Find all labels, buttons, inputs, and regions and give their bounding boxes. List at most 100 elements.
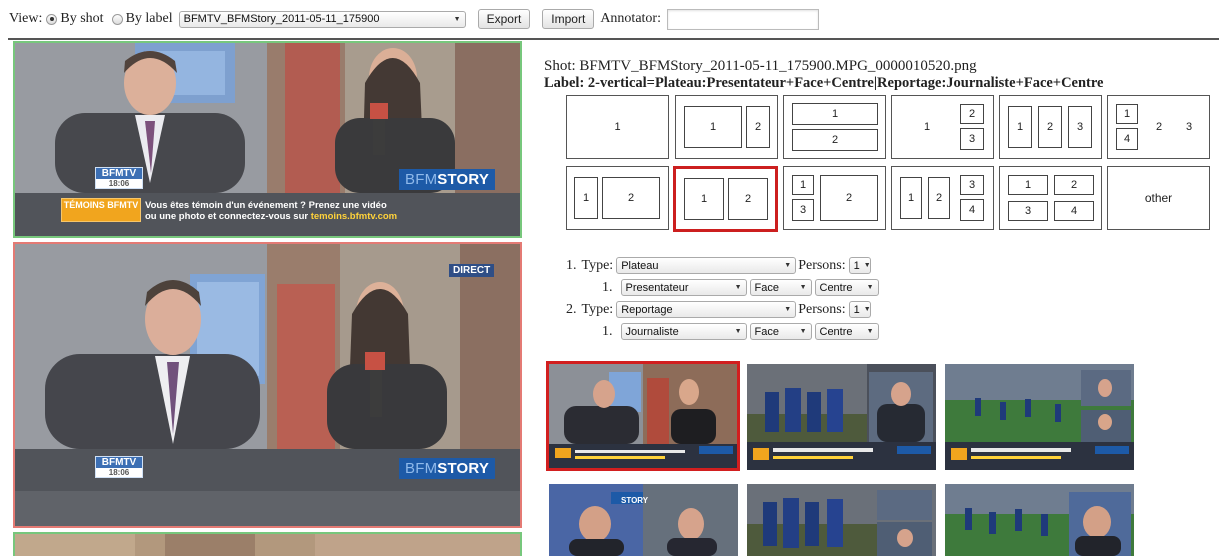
- type-select[interactable]: Plateau ▼: [616, 257, 797, 274]
- persons-label: Persons:: [798, 301, 846, 317]
- person-number: 1.: [602, 323, 613, 339]
- direct-badge: DIRECT: [449, 264, 495, 277]
- story-prefix-2: BFM: [405, 460, 438, 477]
- thumbnail-2[interactable]: [747, 364, 936, 470]
- layout-cell: 1: [792, 175, 814, 195]
- layout-3-vertical[interactable]: 1 2 3: [999, 95, 1102, 159]
- by-label-label[interactable]: By label: [126, 11, 173, 27]
- thumbnail-1-image: [549, 364, 737, 468]
- thumbnail-6[interactable]: [945, 484, 1134, 556]
- layout-cell: 2: [820, 175, 878, 221]
- layout-cell: 4: [1054, 201, 1094, 221]
- persons-select[interactable]: 1 ▼: [848, 257, 871, 274]
- chevron-down-icon: ▼: [799, 328, 807, 335]
- shot-3-veil: [15, 534, 520, 556]
- bfmtv-logo: BFMTV 18:06: [95, 167, 143, 189]
- story-suffix: STORY: [437, 171, 490, 188]
- position-select[interactable]: Centre ▼: [814, 323, 879, 340]
- layout-cell: 3: [1008, 201, 1048, 221]
- layout-cell: 2: [928, 177, 950, 219]
- bfmtv-logo-text: BFMTV: [101, 168, 137, 179]
- type-select[interactable]: Reportage ▼: [616, 301, 797, 318]
- layout-cell: 3: [1185, 121, 1193, 133]
- layout-2-horizontal[interactable]: 1 2: [783, 95, 886, 159]
- layout-4-left-stack[interactable]: 1 4 2 3: [1107, 95, 1210, 159]
- layout-cell: 3: [960, 128, 984, 150]
- shot-filename: Shot: BFMTV_BFMStory_2011-05-11_175900.M…: [544, 58, 977, 74]
- bfmtv-logo-2: BFMTV 18:06: [95, 456, 143, 478]
- layout-4-grid[interactable]: 1 2 3 4: [999, 166, 1102, 230]
- shot-2-veil: [15, 244, 520, 526]
- position-select[interactable]: Centre ▼: [814, 279, 879, 296]
- chevron-down-icon: ▼: [863, 262, 871, 269]
- by-label-radio[interactable]: [111, 13, 123, 25]
- bfmtv-logo-text-2: BFMTV: [101, 457, 137, 468]
- view-label: View:: [9, 11, 43, 26]
- orientation-select[interactable]: Face ▼: [749, 323, 812, 340]
- shot-frame-1[interactable]: BFMTV 18:06 BFMSTORY TÉMOINS BFMTV Vous …: [13, 41, 522, 238]
- layout-cell: 1: [1008, 106, 1032, 148]
- bfmtv-logo-time-2: 18:06: [96, 468, 142, 477]
- shot-frame-3[interactable]: [13, 532, 522, 556]
- layout-cell: 1: [792, 103, 878, 125]
- layout-2-left-narrow[interactable]: 1 2: [566, 166, 669, 230]
- layout-cell: 1: [684, 106, 742, 148]
- form-person-2-1: 1. Journaliste ▼ Face ▼ Centre ▼: [602, 323, 879, 340]
- chevron-down-icon: ▼: [863, 306, 871, 313]
- role-select[interactable]: Presentateur ▼: [620, 279, 747, 296]
- thumbnail-4[interactable]: STORY: [549, 484, 738, 556]
- thumbnail-5[interactable]: [747, 484, 936, 556]
- thumbnail-3-image: [945, 364, 1134, 470]
- entry-number: 1.: [566, 257, 577, 273]
- layout-cell: 1: [614, 121, 621, 133]
- type-label: Type:: [581, 257, 614, 273]
- export-button[interactable]: Export: [477, 9, 531, 29]
- layout-cell: 1: [574, 177, 598, 219]
- layout-cell: 2: [1038, 106, 1062, 148]
- form-person-1-1: 1. Presentateur ▼ Face ▼ Centre ▼: [602, 279, 879, 296]
- person-number: 1.: [602, 279, 613, 295]
- chevron-down-icon: ▼: [866, 328, 874, 335]
- layout-4-mixed[interactable]: 1 2 3 4: [891, 166, 994, 230]
- ticker-line-1: Vous êtes témoin d'un événement ? Prenez…: [145, 200, 387, 211]
- thumbnail-1-selected[interactable]: [546, 361, 740, 471]
- shot-frame-2[interactable]: DIRECT BFMTV 18:06 BFMSTORY: [13, 242, 522, 528]
- layout-other-label: other: [1144, 191, 1173, 205]
- layout-cell: 1: [1008, 175, 1048, 195]
- toolbar-divider: [8, 38, 1219, 40]
- layout-cell: 2: [1155, 121, 1163, 133]
- annotator-input[interactable]: [666, 8, 819, 30]
- layout-3-main-right-stack[interactable]: 1 2 3: [891, 95, 994, 159]
- layout-cell: 1: [1116, 104, 1138, 124]
- layout-cell: 3: [1068, 106, 1092, 148]
- story-prefix: BFM: [405, 171, 438, 188]
- layout-other[interactable]: other: [1107, 166, 1210, 230]
- by-shot-label[interactable]: By shot: [60, 11, 103, 27]
- thumbnail-3[interactable]: [945, 364, 1134, 470]
- temoins-ticker: Vous êtes témoin d'un événement ? Prenez…: [145, 200, 397, 222]
- persons-label: Persons:: [798, 257, 846, 273]
- bfmtv-logo-time: 18:06: [96, 179, 142, 188]
- role-select[interactable]: Journaliste ▼: [620, 323, 747, 340]
- persons-select[interactable]: 1 ▼: [848, 301, 871, 318]
- type-label: Type:: [581, 301, 614, 317]
- video-select[interactable]: BFMTV_BFMStory_2011-05-11_175900 ▼: [178, 10, 466, 28]
- chevron-down-icon: ▼: [799, 284, 807, 291]
- layout-3-left-stack[interactable]: 1 3 2: [783, 166, 886, 230]
- annotator-label: Annotator:: [600, 11, 661, 26]
- orientation-select[interactable]: Face ▼: [749, 279, 812, 296]
- layout-cell: 1: [923, 121, 931, 133]
- layout-cell: 3: [960, 175, 984, 195]
- layout-2-vertical-wide[interactable]: 1 2: [675, 95, 778, 159]
- shot-label: Label: 2-vertical=Plateau:Presentateur+F…: [544, 75, 1104, 91]
- layout-2-vertical-selected[interactable]: 1 2: [673, 166, 778, 232]
- layout-cell: 2: [792, 129, 878, 151]
- import-button[interactable]: Import: [542, 9, 595, 29]
- by-shot-radio[interactable]: [46, 13, 58, 25]
- layout-cell: 2: [728, 178, 768, 220]
- temoins-logo: TÉMOINS BFMTV: [61, 198, 141, 222]
- chevron-down-icon: ▼: [734, 284, 742, 291]
- chevron-down-icon: ▼: [734, 328, 742, 335]
- form-entry-2: 2. Type: Reportage ▼ Persons: 1 ▼: [566, 301, 871, 318]
- layout-1-full[interactable]: 1: [566, 95, 669, 159]
